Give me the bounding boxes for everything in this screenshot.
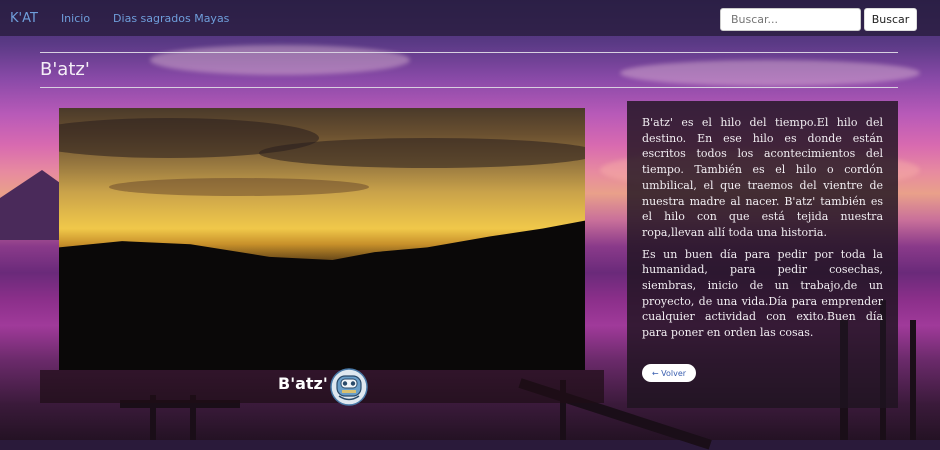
nav-link-dias-sagrados[interactable]: Dias sagrados Mayas (113, 12, 229, 25)
search-input[interactable] (720, 8, 861, 31)
brand-logo[interactable]: K'AT (10, 11, 38, 26)
description-paragraph-2: Es un buen día para pedir por toda la hu… (642, 247, 883, 340)
back-button[interactable]: ← Volver (642, 364, 696, 382)
batz-glyph-icon (330, 368, 368, 406)
nav-link-inicio[interactable]: Inicio (61, 12, 90, 25)
page-title: B'atz' (40, 59, 90, 80)
photo-caption: B'atz' (278, 374, 328, 393)
search-button[interactable]: Buscar (864, 8, 917, 31)
header-divider-bottom (40, 87, 898, 88)
sunset-photo (59, 108, 585, 370)
description-panel: B'atz' es el hilo del tiempo.El hilo del… (627, 101, 898, 408)
description-paragraph-1: B'atz' es el hilo del tiempo.El hilo del… (642, 116, 883, 239)
header-divider-top (40, 52, 898, 53)
